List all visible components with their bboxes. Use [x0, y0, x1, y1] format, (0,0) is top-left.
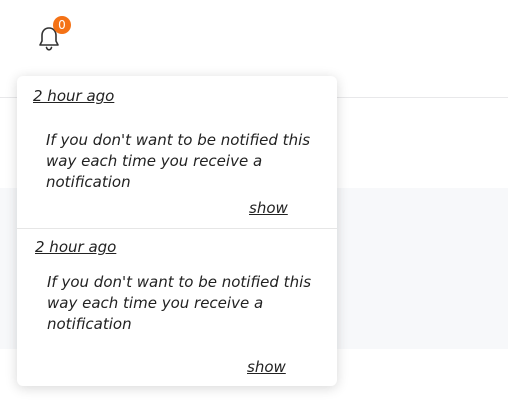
- notification-timestamp-link[interactable]: 2 hour ago: [35, 238, 116, 256]
- notifications-dropdown: 2 hour ago If you don't want to be notif…: [17, 76, 337, 386]
- show-notification-link[interactable]: show: [249, 199, 288, 217]
- notification-message: If you don't want to be notified this wa…: [46, 131, 311, 191]
- notification-item: 2 hour ago If you don't want to be notif…: [17, 229, 337, 386]
- notification-count-badge: 0: [53, 16, 71, 34]
- show-notification-link[interactable]: show: [247, 358, 286, 376]
- notification-item: 2 hour ago If you don't want to be notif…: [17, 76, 337, 229]
- notification-timestamp-link[interactable]: 2 hour ago: [33, 87, 114, 105]
- notification-message: If you don't want to be notified this wa…: [47, 273, 312, 333]
- notifications-bell-button[interactable]: 0: [32, 16, 72, 56]
